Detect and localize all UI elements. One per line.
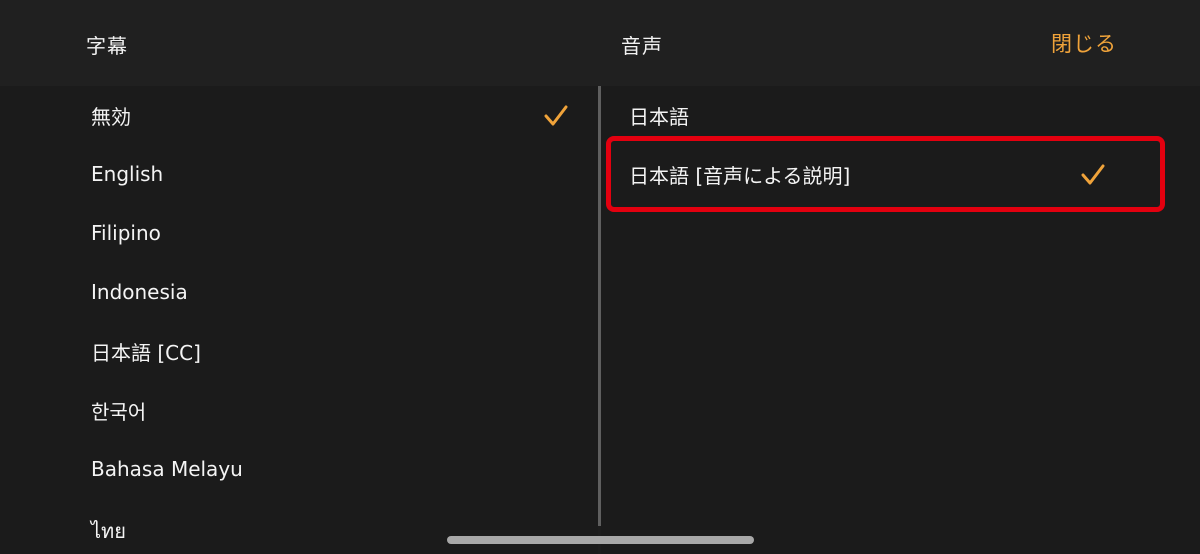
subtitle-option-malay[interactable]: Bahasa Melayu	[91, 444, 571, 494]
subtitle-option-label: 無効	[91, 104, 131, 129]
subtitle-option-filipino[interactable]: Filipino	[91, 208, 571, 258]
subtitle-option-japanese-cc[interactable]: 日本語 [CC]	[91, 326, 571, 376]
subtitle-option-label: ไทย	[91, 519, 126, 543]
home-indicator-bar[interactable]	[447, 536, 754, 544]
media-options-sheet: 字幕 音声 閉じる 無効 English Filipino Indonesia …	[0, 0, 1200, 554]
subtitle-option-label: Indonesia	[91, 280, 188, 304]
subtitle-option-label: 日本語 [CC]	[91, 340, 201, 365]
subtitles-panel: 無効 English Filipino Indonesia 日本語 [CC] 한…	[0, 86, 598, 554]
subtitle-option-english[interactable]: English	[91, 149, 571, 199]
audio-title: 音声	[621, 34, 663, 58]
subtitle-option-korean[interactable]: 한국어	[91, 385, 571, 435]
subtitle-option-indonesia[interactable]: Indonesia	[91, 267, 571, 317]
subtitle-option-label: English	[91, 162, 164, 186]
close-button[interactable]: 閉じる	[1051, 28, 1117, 58]
subtitle-option-thai[interactable]: ไทย	[91, 506, 571, 554]
subtitle-option-off[interactable]: 無効	[91, 90, 571, 140]
checkmark-icon	[544, 105, 568, 126]
subtitle-option-label: 한국어	[91, 399, 147, 424]
audio-option-label: 日本語	[629, 104, 689, 129]
subtitle-option-label: Bahasa Melayu	[91, 457, 243, 481]
subtitle-option-label: Filipino	[91, 221, 161, 245]
subtitles-title: 字幕	[86, 34, 128, 58]
audio-option-japanese[interactable]: 日本語	[629, 90, 1129, 140]
highlight-annotation-box	[606, 136, 1165, 212]
header-bar: 字幕 音声 閉じる	[0, 0, 1200, 86]
